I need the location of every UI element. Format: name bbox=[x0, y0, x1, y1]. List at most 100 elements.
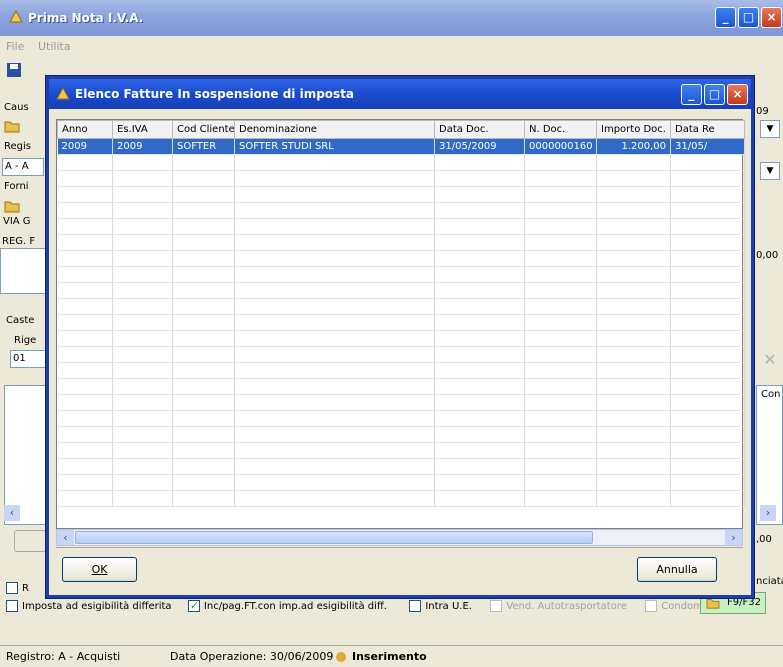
righe-field[interactable]: 01 bbox=[10, 350, 46, 368]
empty-cell bbox=[434, 202, 525, 219]
empty-cell bbox=[112, 282, 173, 299]
empty-cell bbox=[112, 442, 173, 459]
checkbox[interactable] bbox=[6, 582, 18, 594]
dropdown-arrow[interactable]: ▼ bbox=[760, 120, 780, 138]
empty-cell bbox=[234, 250, 435, 267]
empty-cell bbox=[670, 410, 745, 427]
empty-cell bbox=[596, 346, 671, 363]
main-titlebar[interactable]: Prima Nota I.V.A. _ □ × bbox=[0, 0, 783, 36]
scroll-right-arrow[interactable]: › bbox=[760, 505, 776, 521]
dialog-titlebar[interactable]: Elenco Fatture In sospensione di imposta… bbox=[49, 79, 751, 109]
dialog-close-button[interactable]: × bbox=[727, 84, 748, 105]
intra-ue-checkbox[interactable] bbox=[409, 600, 422, 612]
empty-cell bbox=[234, 474, 435, 491]
empty-cell bbox=[234, 394, 435, 411]
empty-cell bbox=[434, 298, 525, 315]
scroll-right-icon[interactable]: › bbox=[725, 530, 742, 545]
empty-cell bbox=[524, 346, 597, 363]
ok-button[interactable]: OK bbox=[62, 557, 137, 582]
column-header-importo-doc[interactable]: Importo Doc. bbox=[596, 120, 671, 139]
table-row-empty[interactable] bbox=[57, 266, 745, 283]
scroll-left-arrow[interactable]: ‹ bbox=[4, 505, 20, 521]
empty-cell bbox=[524, 442, 597, 459]
table-row-empty[interactable] bbox=[57, 234, 745, 251]
empty-cell bbox=[112, 458, 173, 475]
table-row-empty[interactable] bbox=[57, 394, 745, 411]
dropdown-arrow[interactable]: ▼ bbox=[760, 162, 780, 180]
empty-cell bbox=[596, 186, 671, 203]
table-row[interactable]: 2009 2009 SOFTER SOFTER STUDI SRL 31/05/… bbox=[57, 138, 745, 155]
annulla-button[interactable]: Annulla bbox=[637, 557, 717, 582]
empty-cell bbox=[670, 314, 745, 331]
empty-cell bbox=[524, 154, 597, 171]
table-row-empty[interactable] bbox=[57, 378, 745, 395]
empty-cell bbox=[434, 362, 525, 379]
column-header-data-reg[interactable]: Data Re bbox=[670, 120, 745, 139]
save-icon[interactable] bbox=[6, 62, 22, 78]
table-row-empty[interactable] bbox=[57, 218, 745, 235]
table-row-empty[interactable] bbox=[57, 346, 745, 363]
column-header-anno[interactable]: Anno bbox=[57, 120, 113, 139]
table-row-empty[interactable] bbox=[57, 314, 745, 331]
empty-cell bbox=[234, 330, 435, 347]
table-row-empty[interactable] bbox=[57, 474, 745, 491]
column-header-es-iva[interactable]: Es.IVA bbox=[112, 120, 173, 139]
empty-cell bbox=[596, 154, 671, 171]
dialog-minimize-button[interactable]: _ bbox=[681, 84, 702, 105]
table-row-empty[interactable] bbox=[57, 250, 745, 267]
empty-cell bbox=[234, 298, 435, 315]
empty-cell bbox=[172, 202, 235, 219]
horizontal-scrollbar[interactable]: ‹ › bbox=[56, 529, 743, 546]
empty-cell bbox=[670, 362, 745, 379]
empty-cell bbox=[596, 282, 671, 299]
empty-cell bbox=[670, 394, 745, 411]
cell-cod-cliente: SOFTER bbox=[172, 138, 235, 155]
empty-cell bbox=[434, 186, 525, 203]
table-row-empty[interactable] bbox=[57, 186, 745, 203]
menu-file[interactable]: File bbox=[6, 40, 24, 53]
table-row-empty[interactable] bbox=[57, 282, 745, 299]
registro-select[interactable]: A - A bbox=[2, 158, 44, 176]
status-icon bbox=[336, 652, 346, 662]
empty-cell bbox=[57, 330, 113, 347]
table-row-empty[interactable] bbox=[57, 458, 745, 475]
scrollbar-thumb[interactable] bbox=[75, 531, 593, 544]
empty-cell bbox=[57, 362, 113, 379]
empty-cell bbox=[172, 474, 235, 491]
empty-cell bbox=[112, 490, 173, 507]
menu-utilita[interactable]: Utilita bbox=[38, 40, 71, 53]
imposta-esigibilita-checkbox[interactable] bbox=[6, 600, 18, 612]
causale-lookup[interactable] bbox=[4, 116, 44, 136]
table-row-empty[interactable] bbox=[57, 170, 745, 187]
column-header-cod-cliente[interactable]: Cod Cliente bbox=[172, 120, 235, 139]
table-row-empty[interactable] bbox=[57, 298, 745, 315]
column-header-denominazione[interactable]: Denominazione bbox=[234, 120, 435, 139]
column-header-data-doc[interactable]: Data Doc. bbox=[434, 120, 525, 139]
empty-cell bbox=[57, 378, 113, 395]
maximize-button[interactable]: □ bbox=[738, 7, 759, 28]
table-row-empty[interactable] bbox=[57, 442, 745, 459]
empty-cell bbox=[172, 170, 235, 187]
empty-cell bbox=[172, 266, 235, 283]
table-row-empty[interactable] bbox=[57, 426, 745, 443]
table-row-empty[interactable] bbox=[57, 490, 745, 507]
checkbox-row-2: Imposta ad esigibilità differita Inc/pag… bbox=[6, 600, 726, 612]
table-row-empty[interactable] bbox=[57, 410, 745, 427]
notes-area[interactable] bbox=[0, 248, 46, 294]
close-button[interactable]: × bbox=[761, 7, 782, 28]
column-header-n-doc[interactable]: N. Doc. bbox=[524, 120, 597, 139]
empty-cell bbox=[434, 458, 525, 475]
folder-icon[interactable] bbox=[4, 198, 20, 214]
dialog-maximize-button[interactable]: □ bbox=[704, 84, 725, 105]
scroll-left-icon[interactable]: ‹ bbox=[57, 530, 74, 545]
table-row-empty[interactable] bbox=[57, 202, 745, 219]
partial-button[interactable] bbox=[14, 530, 46, 552]
table-row-empty[interactable] bbox=[57, 154, 745, 171]
table-row-empty[interactable] bbox=[57, 330, 745, 347]
empty-cell bbox=[57, 250, 113, 267]
inc-pag-checkbox[interactable] bbox=[187, 600, 200, 612]
delete-icon[interactable]: ✕ bbox=[760, 350, 780, 370]
table-row-empty[interactable] bbox=[57, 362, 745, 379]
minimize-button[interactable]: _ bbox=[715, 7, 736, 28]
empty-cell bbox=[112, 202, 173, 219]
